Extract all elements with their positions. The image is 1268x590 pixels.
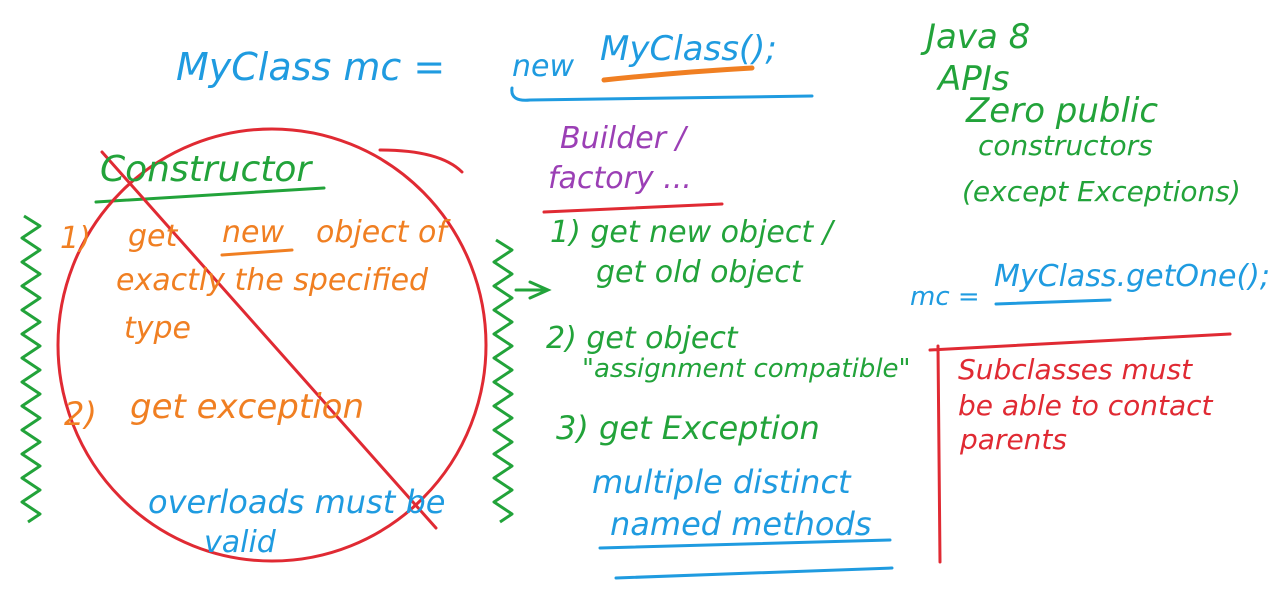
methods-underline-2 [614, 566, 894, 580]
myclass-orange-underline [601, 65, 755, 83]
middle-zigzag [492, 238, 514, 524]
subclass-line1: Subclasses must [958, 353, 1193, 386]
getone-underline [994, 298, 1112, 306]
builder-line2: factory ... [548, 161, 692, 196]
whiteboard: MyClass mc = new MyClass(); Builder / fa… [0, 0, 1268, 590]
subclass-line2: be able to contact [958, 389, 1213, 422]
factory-point3: 3) get Exception [556, 409, 820, 447]
constructor-green-underline [94, 186, 326, 204]
getone-prefix: mc = [910, 282, 980, 312]
overloads-line1: overloads must be [148, 483, 446, 521]
factory-point1-line1: 1) get new object / [550, 215, 833, 250]
builder-line1: Builder / [560, 121, 686, 156]
overloads-line2: valid [204, 525, 276, 560]
ctor-point1-line3: type [124, 311, 192, 346]
ctor-point2-text: get exception [130, 387, 364, 427]
title-new-keyword: new [512, 49, 575, 84]
java8-line1: Java 8 [926, 17, 1031, 57]
subclass-line3: parents [960, 423, 1067, 456]
builder-red-underline [542, 202, 724, 214]
new-orange-underline [220, 248, 294, 257]
factory-point1-line2: get old object [596, 255, 803, 290]
java8-line4: constructors [978, 129, 1153, 162]
java8-line5: (except Exceptions) [962, 175, 1241, 208]
ctor-point1-object-of: object of [316, 215, 447, 250]
title-declaration: MyClass mc = [176, 45, 446, 89]
ctor-point1-new: new [222, 215, 285, 250]
multiple-line2: named methods [610, 505, 872, 543]
getone-call: MyClass.getOne(); [994, 259, 1268, 294]
ctor-point1-number: 1) [60, 221, 91, 256]
title-ctor-call: MyClass(); [600, 29, 777, 69]
left-zigzag [20, 214, 42, 524]
arrow-mark [514, 280, 552, 300]
constructor-heading: Constructor [100, 149, 312, 190]
java8-line3: Zero public [966, 91, 1159, 131]
multiple-line1: multiple distinct [592, 463, 851, 501]
ctor-point2-number: 2) [64, 395, 97, 433]
factory-point2-line1: 2) get object [546, 321, 738, 356]
ctor-point1-line2: exactly the specified [116, 263, 429, 298]
factory-point2-line2: "assignment compatible" [582, 354, 911, 384]
ctor-point1-get: get [128, 219, 178, 254]
prohibit-circle-tail [378, 148, 464, 174]
ctor-call-underline [510, 86, 814, 102]
